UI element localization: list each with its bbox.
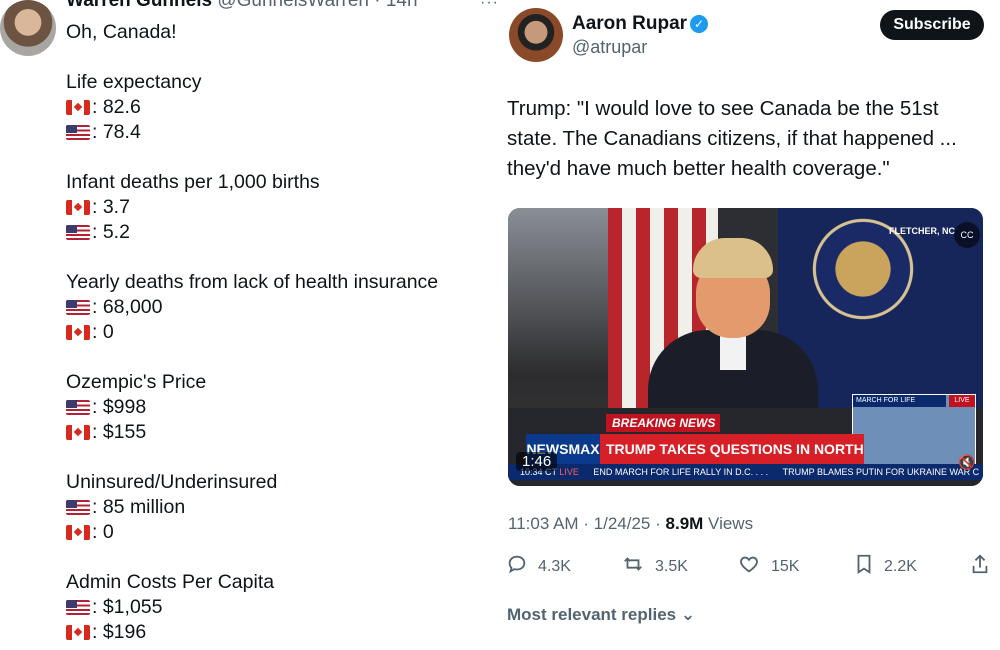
- avatar[interactable]: [509, 8, 563, 62]
- stat-value: : $155: [92, 421, 147, 443]
- canada-flag-icon: [66, 425, 90, 440]
- stat-row: : 0: [66, 520, 466, 545]
- post-time[interactable]: · 14h: [374, 0, 417, 11]
- bookmark-button[interactable]: 2.2K: [854, 552, 917, 582]
- views-count: 8.9M: [665, 514, 704, 533]
- stat-value: : $998: [92, 396, 147, 418]
- post-header: Warren Gunnels @GunnelsWarren · 14h: [66, 0, 418, 12]
- stat-value: : 78.4: [92, 121, 141, 143]
- post-text-line: state. The Canadians citizens, if that h…: [507, 127, 957, 150]
- stat-row: : 5.2: [66, 220, 466, 245]
- video-player[interactable]: FLETCHER, NC CC MARCH FOR LIFE LIVE BREA…: [508, 208, 983, 486]
- news-ticker: 10:34 CT LIVE END MARCH FOR LIFE RALLY I…: [508, 464, 983, 480]
- repost-button[interactable]: 3.5K: [621, 552, 688, 582]
- stat-value: : 0: [92, 321, 114, 343]
- video-speaker: [648, 238, 818, 440]
- author-name[interactable]: Warren Gunnels: [66, 0, 212, 11]
- share-icon: [970, 553, 990, 581]
- stat-row: : 3.7: [66, 195, 466, 220]
- stat-row: : 82.6: [66, 95, 466, 120]
- like-icon: [737, 553, 761, 581]
- left-post: Warren Gunnels @GunnelsWarren · 14h Oh, …: [0, 0, 480, 650]
- author-handle[interactable]: @atrupar: [572, 37, 647, 58]
- repost-icon: [621, 553, 645, 581]
- post-meta: 11:03 AM · 1/24/25 · 8.9M Views: [508, 514, 753, 534]
- stat-row: : 0: [66, 320, 466, 345]
- like-button[interactable]: 15K: [737, 552, 799, 582]
- subscribe-button[interactable]: Subscribe: [880, 10, 984, 40]
- reply-icon: [506, 553, 528, 581]
- stat-value: : 0: [92, 521, 114, 543]
- reply-count: 4.3K: [538, 558, 571, 575]
- section-title: Infant deaths per 1,000 births: [66, 171, 320, 193]
- us-flag-icon: [66, 225, 90, 240]
- stat-value: : 68,000: [92, 296, 163, 318]
- bookmark-icon: [854, 553, 874, 581]
- stat-row: : 78.4: [66, 120, 466, 145]
- pip-label: MARCH FOR LIFE: [853, 395, 946, 407]
- breaking-news-label: BREAKING NEWS: [606, 414, 720, 432]
- section-title: Ozempic's Price: [66, 371, 207, 393]
- right-post: Aaron Rupar ✓ @atrupar Subscribe Trump: "…: [490, 0, 1000, 650]
- repost-count: 3.5K: [655, 558, 688, 575]
- replies-sort-dropdown[interactable]: Most relevant replies ⌄: [507, 605, 695, 625]
- section-title: Yearly deaths from lack of health insura…: [66, 271, 439, 293]
- us-flag-icon: [66, 500, 90, 515]
- post-text: Oh, Canada! Life expectancy : 82.6 : 78.…: [66, 20, 466, 645]
- author-name-row: Aaron Rupar ✓: [572, 13, 709, 35]
- action-bar: 4.3K 3.5K 15K 2.2K: [506, 552, 996, 582]
- canada-flag-icon: [66, 625, 90, 640]
- stat-row: : 85 million: [66, 495, 466, 520]
- like-count: 15K: [771, 558, 800, 575]
- location-label: FLETCHER, NC: [889, 226, 955, 236]
- post-text: Trump: "I would love to see Canada be th…: [507, 94, 987, 184]
- stat-value: : 85 million: [92, 496, 186, 518]
- author-name[interactable]: Aaron Rupar: [572, 13, 687, 34]
- verified-badge-icon: ✓: [690, 15, 709, 33]
- stat-row: : $155: [66, 420, 466, 445]
- us-flag-icon: [66, 600, 90, 615]
- us-flag-icon: [66, 400, 90, 415]
- intro-line: Oh, Canada!: [66, 21, 177, 43]
- post-text-line: they'd have much better health coverage.…: [507, 157, 890, 180]
- canada-flag-icon: [66, 100, 90, 115]
- video-duration: 1:46: [516, 452, 558, 471]
- ticker-item: END MARCH FOR LIFE RALLY IN D.C. . . .: [593, 467, 769, 477]
- stat-value: : $1,055: [92, 596, 163, 618]
- bookmark-count: 2.2K: [884, 558, 917, 575]
- reply-button[interactable]: 4.3K: [506, 552, 571, 582]
- section-title: Uninsured/Underinsured: [66, 471, 278, 493]
- ticker-item: TRUMP BLAMES PUTIN FOR UKRAINE WAR C: [782, 467, 980, 477]
- post-text-line: Trump: "I would love to see Canada be th…: [507, 97, 939, 120]
- headline-banner: TRUMP TAKES QUESTIONS IN NORTH CAROLINA: [600, 434, 864, 464]
- author-handle[interactable]: @GunnelsWarren: [217, 0, 369, 11]
- replies-sort-label: Most relevant replies: [507, 605, 677, 624]
- stat-value: : 3.7: [92, 196, 130, 218]
- avatar[interactable]: [0, 0, 56, 56]
- us-flag-icon: [66, 125, 90, 140]
- share-button[interactable]: [970, 552, 1000, 582]
- section-title: Life expectancy: [66, 71, 202, 93]
- stat-row: : $998: [66, 395, 466, 420]
- stat-row: : $196: [66, 620, 466, 645]
- ticker-live: LIVE: [559, 467, 579, 477]
- pip-live-badge: LIVE: [949, 395, 975, 407]
- stat-value: : $196: [92, 621, 147, 643]
- canada-flag-icon: [66, 200, 90, 215]
- stat-value: : 5.2: [92, 221, 130, 243]
- post-timestamp[interactable]: 11:03 AM · 1/24/25 ·: [508, 514, 661, 533]
- stat-row: : 68,000: [66, 295, 466, 320]
- canada-flag-icon: [66, 525, 90, 540]
- mute-icon[interactable]: 🔇: [954, 454, 980, 476]
- stat-row: : $1,055: [66, 595, 466, 620]
- stat-value: : 82.6: [92, 96, 141, 118]
- closed-captions-button[interactable]: CC: [954, 222, 980, 248]
- views-label: Views: [708, 514, 754, 533]
- us-flag-icon: [66, 300, 90, 315]
- section-title: Admin Costs Per Capita: [66, 571, 275, 593]
- canada-flag-icon: [66, 325, 90, 340]
- chevron-down-icon: ⌄: [680, 605, 696, 624]
